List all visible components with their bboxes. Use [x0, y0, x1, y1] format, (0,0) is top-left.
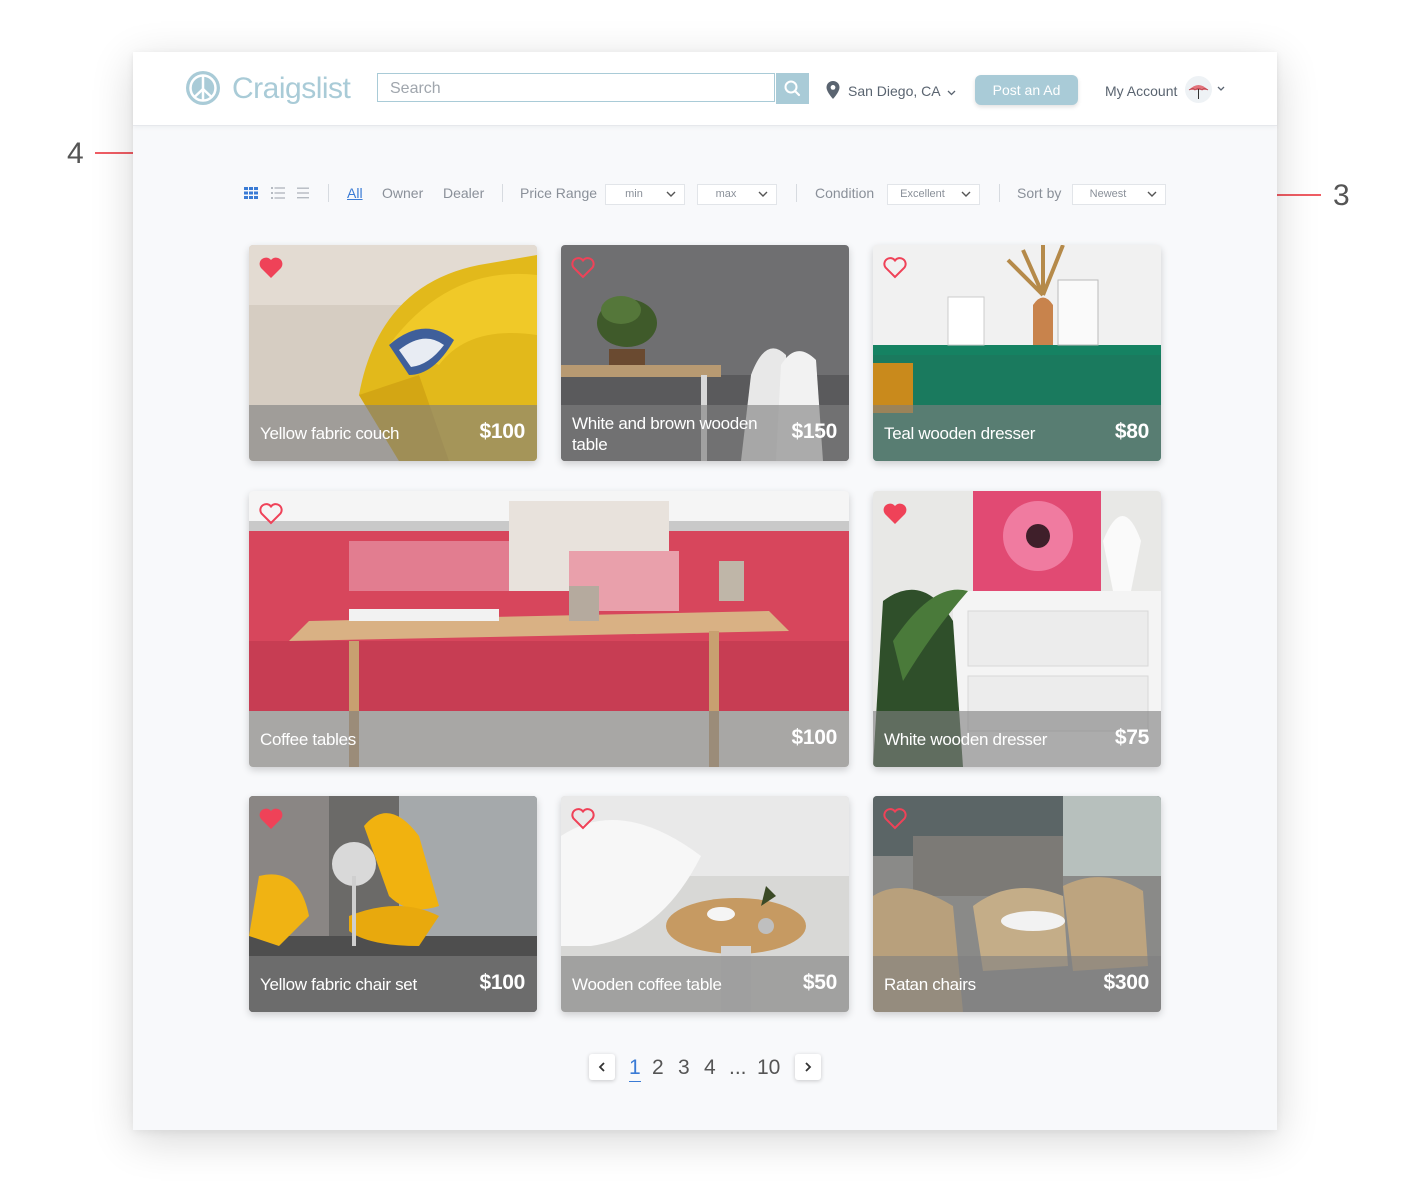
chevron-left-icon: [598, 1062, 605, 1072]
location-selector[interactable]: San Diego, CA: [848, 83, 956, 99]
condition-value: Excellent: [900, 188, 945, 200]
heart-filled-icon[interactable]: [882, 502, 908, 526]
heart-outline-icon[interactable]: [570, 807, 596, 831]
filter-divider: [999, 184, 1000, 202]
heart-outline-icon[interactable]: [570, 256, 596, 280]
logo-wordmark[interactable]: Craigslist: [232, 72, 351, 106]
heart-filled-icon[interactable]: [258, 807, 284, 831]
heart-filled-icon[interactable]: [258, 256, 284, 280]
grid-view-icon[interactable]: [244, 187, 258, 199]
sort-by-label: Sort by: [1017, 185, 1062, 201]
listing-price: $75: [1114, 726, 1149, 749]
page-link[interactable]: 10: [757, 1056, 780, 1080]
listing-price: $100: [479, 971, 525, 994]
listing-price: $100: [479, 420, 525, 443]
chevron-down-icon: [666, 191, 676, 197]
heart-outline-icon[interactable]: [258, 502, 284, 526]
location-pin-icon: [826, 81, 840, 99]
chevron-down-icon: [961, 191, 971, 197]
listing-title: White and brown wooden table: [572, 414, 758, 454]
pagination: 1 2 3 4 ... 10: [133, 1054, 1277, 1084]
heart-outline-icon[interactable]: [882, 256, 908, 280]
listing-title: Wooden coffee table: [572, 975, 722, 994]
listing-title: Coffee tables: [260, 730, 356, 749]
page-ellipsis: ...: [729, 1056, 747, 1079]
listing-price: $80: [1114, 420, 1149, 443]
listing-title: Yellow fabric chair set: [260, 975, 417, 994]
price-min-value: min: [625, 188, 643, 200]
listing-card[interactable]: White wooden dresser $75: [873, 491, 1161, 767]
price-range-label: Price Range: [520, 185, 598, 201]
listing-card[interactable]: Ratan chairs $300: [873, 796, 1161, 1012]
price-max-value: max: [715, 188, 737, 200]
listing-price: $150: [791, 420, 837, 443]
search-bar: [377, 73, 775, 102]
page-link[interactable]: 1: [629, 1056, 641, 1082]
tab-dealer[interactable]: Dealer: [443, 185, 484, 201]
listing-price: $50: [802, 971, 837, 994]
sort-value: Newest: [1089, 188, 1127, 200]
listing-card[interactable]: White and brown wooden table $150: [561, 245, 849, 461]
chevron-right-icon: [805, 1062, 812, 1072]
listing-title: White wooden dresser: [884, 730, 1048, 749]
filter-bar: All Owner Dealer Price Range min max Con…: [133, 172, 1277, 216]
listing-card[interactable]: Yellow fabric couch $100: [249, 245, 537, 461]
search-input[interactable]: [388, 78, 772, 100]
app-window: Craigslist San Diego, CA Post an Ad My A…: [133, 52, 1277, 1130]
condition-label: Condition: [815, 185, 875, 201]
listing-title: Yellow fabric couch: [260, 424, 400, 443]
filter-divider: [502, 184, 503, 202]
tab-all[interactable]: All: [347, 185, 363, 201]
next-page-button[interactable]: [795, 1054, 821, 1080]
price-min-select[interactable]: min: [605, 184, 685, 205]
peace-logo-icon[interactable]: [185, 70, 221, 106]
avatar[interactable]: [1185, 76, 1212, 103]
listing-title: Teal wooden dresser: [884, 424, 1036, 443]
chevron-down-icon: [947, 90, 956, 96]
top-header: Craigslist San Diego, CA Post an Ad My A…: [133, 52, 1277, 126]
tab-owner[interactable]: Owner: [382, 185, 423, 201]
my-account-label[interactable]: My Account: [1105, 83, 1177, 99]
post-ad-button[interactable]: Post an Ad: [975, 75, 1078, 105]
callout-number-4: 4: [67, 137, 84, 170]
umbrella-avatar-icon: [1188, 85, 1209, 99]
listing-card[interactable]: Teal wooden dresser $80: [873, 245, 1161, 461]
prev-page-button[interactable]: [589, 1054, 615, 1080]
condition-select[interactable]: Excellent: [887, 184, 980, 205]
list-view-icon[interactable]: [271, 187, 285, 199]
listing-card[interactable]: Wooden coffee table $50: [561, 796, 849, 1012]
price-max-select[interactable]: max: [697, 184, 777, 205]
compact-view-icon[interactable]: [297, 187, 311, 199]
chevron-down-icon: [758, 191, 768, 197]
location-label: San Diego, CA: [848, 83, 940, 99]
account-chevron-down-icon[interactable]: [1217, 86, 1225, 92]
callout-number-3: 3: [1333, 179, 1350, 212]
page-link[interactable]: 4: [704, 1056, 716, 1080]
listing-card[interactable]: Yellow fabric chair set $100: [249, 796, 537, 1012]
listing-price: $300: [1103, 971, 1149, 994]
filter-divider: [328, 184, 329, 202]
listing-title: Ratan chairs: [884, 975, 976, 994]
listing-card[interactable]: Coffee tables $100: [249, 491, 849, 767]
sort-select[interactable]: Newest: [1072, 184, 1166, 205]
search-button[interactable]: [776, 73, 809, 104]
filter-divider: [796, 184, 797, 202]
listing-price: $100: [791, 726, 837, 749]
search-icon: [784, 80, 801, 97]
heart-outline-icon[interactable]: [882, 807, 908, 831]
page-link[interactable]: 3: [678, 1056, 690, 1080]
chevron-down-icon: [1147, 191, 1157, 197]
page-link[interactable]: 2: [652, 1056, 664, 1080]
